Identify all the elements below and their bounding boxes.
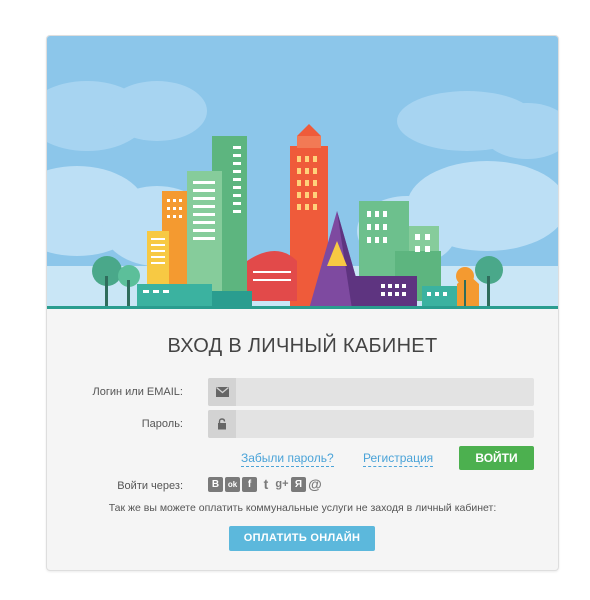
social-icons: Bok f t g+ Я @ (208, 477, 324, 493)
pay-online-button[interactable]: ОПЛАТИТЬ ОНЛАЙН (229, 526, 375, 551)
register-link[interactable]: Регистрация (363, 451, 434, 467)
odnoklassniki-icon[interactable]: ok (225, 477, 240, 492)
city-illustration (47, 36, 558, 309)
twitter-icon[interactable]: t (259, 477, 273, 492)
login-card: ВХОД В ЛИЧНЫЙ КАБИНЕТ Логин или EMAIL: П… (46, 35, 559, 571)
yandex-icon[interactable]: Я (291, 477, 306, 492)
lock-icon (208, 410, 236, 438)
envelope-icon (208, 378, 236, 406)
login-input[interactable] (238, 378, 528, 406)
login-field[interactable] (208, 378, 534, 406)
social-login-label: Войти через: (117, 480, 183, 492)
mailru-icon[interactable]: @ (308, 477, 322, 492)
vk-icon[interactable]: B (208, 477, 223, 492)
password-field[interactable] (208, 410, 534, 438)
payment-note: Так же вы можете оплатить коммунальные у… (108, 502, 497, 514)
facebook-icon[interactable]: f (242, 477, 257, 492)
login-label: Логин или EMAIL: (92, 386, 183, 398)
password-input[interactable] (238, 410, 528, 438)
forgot-password-link[interactable]: Забыли пароль? (241, 451, 334, 467)
google-plus-icon[interactable]: g+ (275, 477, 289, 492)
password-label: Пароль: (141, 418, 183, 430)
page-title: ВХОД В ЛИЧНЫЙ КАБИНЕТ (167, 335, 438, 357)
login-button[interactable]: ВОЙТИ (459, 446, 534, 470)
